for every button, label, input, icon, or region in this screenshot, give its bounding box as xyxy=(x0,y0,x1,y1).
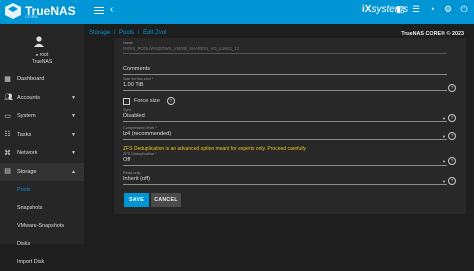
dedup-dropdown-icon[interactable]: ▼ xyxy=(442,159,446,164)
user-icon: ● xyxy=(35,52,39,57)
force-size-row[interactable]: Force size ? xyxy=(123,97,175,105)
caret-up-icon: ▲ xyxy=(71,168,76,175)
readonly-underline xyxy=(123,184,447,185)
sidebar-subitem-snapshots[interactable]: Snapshots xyxy=(0,199,84,217)
sidebar-item-label: Storage xyxy=(17,168,37,175)
sync-help-icon[interactable]: ? xyxy=(448,114,456,122)
size-help-icon[interactable]: ? xyxy=(448,84,456,92)
caret-down-icon: ▼ xyxy=(71,113,76,120)
force-size-help-icon[interactable]: ? xyxy=(166,97,175,105)
name-field: Name PARIS_POOL/WINDOWS_VM/SB_SHARE01_VG… xyxy=(123,41,463,54)
sidebar-item-accounts[interactable]: 👥︎ Accounts ▼ xyxy=(0,89,84,108)
sidebar-item-dashboard[interactable]: ▦ Dashboard xyxy=(0,70,84,89)
sync-field[interactable]: Sync Disabled xyxy=(123,108,463,122)
compression-dropdown-icon[interactable]: ▼ xyxy=(442,134,446,139)
avatar-icon xyxy=(34,36,44,47)
name-underline xyxy=(123,53,447,54)
back-arrow-icon[interactable]: ‹ xyxy=(110,4,113,15)
settings-icon[interactable]: ⚙ xyxy=(444,5,452,14)
comments-placeholder: Comments xyxy=(123,66,151,72)
readonly-value[interactable]: Inherit (off) xyxy=(123,176,463,182)
storage-icon: ▤ xyxy=(4,168,11,176)
host-name: TrueNAS xyxy=(31,59,53,65)
network-icon: ⌘ xyxy=(4,149,11,157)
compression-label: Compression level * xyxy=(123,126,157,130)
caret-down-icon: ▼ xyxy=(71,94,76,101)
tasks-icon: ☷ xyxy=(4,131,11,139)
caret-down-icon: ▼ xyxy=(71,131,76,138)
readonly-dropdown-icon[interactable]: ▼ xyxy=(442,179,446,184)
compression-value[interactable]: lz4 (recommended) xyxy=(123,131,463,137)
sidebar-item-label: System xyxy=(17,113,36,120)
readonly-field[interactable]: Read-only Inherit (off) xyxy=(123,171,463,185)
accounts-icon: 👥︎ xyxy=(4,94,13,102)
version-label: TrueNAS CORE® © 2023 xyxy=(401,31,464,37)
menu-toggle-icon[interactable] xyxy=(94,5,104,15)
alerts-icon[interactable]: ◔ xyxy=(428,5,436,14)
brand-sub: CORE xyxy=(25,14,39,19)
sync-underline xyxy=(123,121,447,122)
sync-value[interactable]: Disabled xyxy=(123,113,463,119)
sync-dropdown-icon[interactable]: ▼ xyxy=(442,116,446,121)
comments-underline xyxy=(123,74,447,75)
edit-zvol-form: Name PARIS_POOL/WINDOWS_VM/SB_SHARE01_VG… xyxy=(114,38,466,214)
breadcrumb-pools[interactable]: Pools xyxy=(119,30,134,36)
top-bar: TrueNAS CORE ‹ iXsystems ◧ ☰ ◔ ⚙ ⏻ xyxy=(0,0,474,24)
sidebar-item-tasks[interactable]: ☷ Tasks ▼ xyxy=(0,126,84,145)
size-underline xyxy=(123,90,447,91)
truenas-logo-icon xyxy=(5,3,21,19)
sidebar-item-label: Network xyxy=(17,150,38,157)
dedup-underline xyxy=(123,165,447,166)
size-value[interactable]: 1.00 TiB xyxy=(123,82,463,88)
jobs-icon[interactable]: ☰ xyxy=(412,5,420,14)
compression-underline xyxy=(123,139,447,140)
sidebar-subitem-pools[interactable]: Pools xyxy=(0,181,84,199)
name-label: Name xyxy=(123,41,134,45)
directory-icon[interactable]: ◧ xyxy=(396,5,405,14)
sidebar-item-network[interactable]: ⌘ Network ▼ xyxy=(0,144,84,163)
sidebar-item-label: Dashboard xyxy=(17,76,45,83)
sidebar: ● root TrueNAS ▦ Dashboard 👥︎ Accounts ▼… xyxy=(0,24,84,265)
sidebar-item-label: Tasks xyxy=(17,131,32,138)
dedup-label: ZFS Deduplication * xyxy=(123,152,157,156)
user-label: root xyxy=(39,52,49,58)
dedup-value[interactable]: Off xyxy=(123,157,463,163)
top-icons: ◧ ☰ ◔ ⚙ ⏻ xyxy=(396,5,468,14)
force-size-label: Force size xyxy=(134,98,160,104)
dedup-help-icon[interactable]: ? xyxy=(448,157,456,165)
sidebar-subitem-vmware-snapshots[interactable]: VMware-Snapshots xyxy=(0,217,84,235)
breadcrumb-edit-zvol: Edit Zvol xyxy=(143,30,167,36)
breadcrumb-separator: / xyxy=(137,30,140,36)
size-field[interactable]: Size for this zvol * 1.00 TiB xyxy=(123,77,463,91)
sidebar-subitem-import-disk[interactable]: Import Disk xyxy=(0,253,84,271)
force-size-checkbox[interactable] xyxy=(123,97,130,105)
sidebar-subitem-disks[interactable]: Disks xyxy=(0,235,84,253)
compression-help-icon[interactable]: ? xyxy=(448,132,456,140)
sidebar-item-system[interactable]: ▭ System ▼ xyxy=(0,107,84,126)
dedup-field[interactable]: ZFS Deduplication * Off xyxy=(123,152,463,166)
save-button[interactable]: SAVE xyxy=(124,193,149,207)
caret-down-icon: ▼ xyxy=(71,150,76,157)
sync-label: Sync xyxy=(123,108,132,112)
breadcrumb-separator: / xyxy=(113,30,116,36)
readonly-label: Read-only xyxy=(123,171,141,175)
size-label: Size for this zvol * xyxy=(123,77,154,81)
dashboard-icon: ▦ xyxy=(4,75,11,83)
nav-menu: ▦ Dashboard 👥︎ Accounts ▼ ▭ System ▼ ☷ T… xyxy=(0,70,84,271)
power-icon[interactable]: ⏻ xyxy=(460,5,468,14)
comments-field[interactable]: Comments xyxy=(123,65,463,75)
sidebar-item-label: Accounts xyxy=(17,94,41,101)
truenas-logo[interactable]: TrueNAS xyxy=(4,2,76,20)
compression-field[interactable]: Compression level * lz4 (recommended) xyxy=(123,126,463,140)
readonly-help-icon[interactable]: ? xyxy=(448,177,456,185)
user-name: ● root xyxy=(0,52,84,58)
name-value: PARIS_POOL/WINDOWS_VM/SB_SHARE01_VG_LUN0… xyxy=(123,46,240,51)
breadcrumb-storage[interactable]: Storage xyxy=(89,30,110,36)
system-icon: ▭ xyxy=(4,112,11,120)
cancel-button[interactable]: CANCEL xyxy=(151,193,181,207)
sidebar-item-storage[interactable]: ▤ Storage ▲ xyxy=(0,162,84,181)
